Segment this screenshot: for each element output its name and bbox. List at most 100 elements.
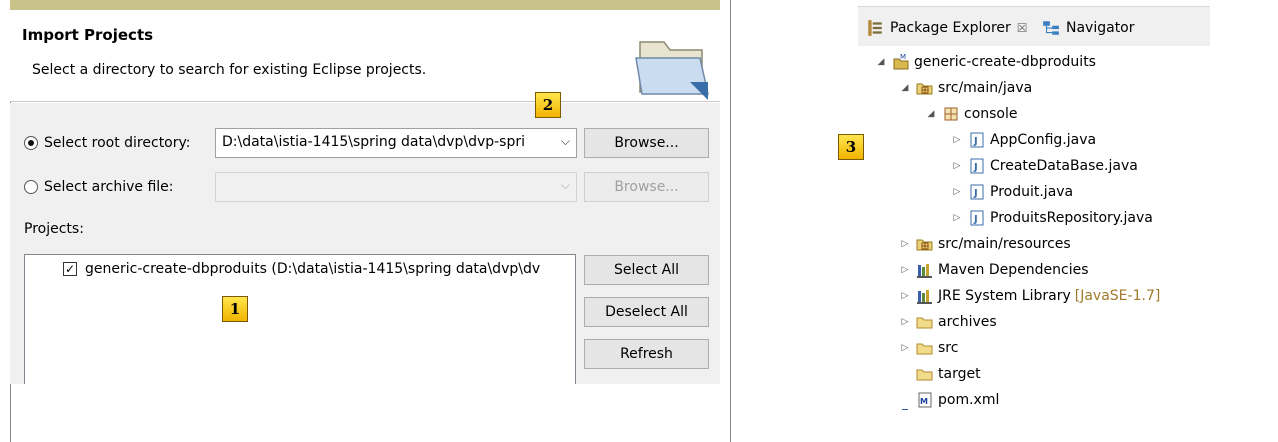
browse-root-button[interactable]: Browse... xyxy=(584,128,709,158)
console-package-label: console xyxy=(964,106,1018,122)
package-icon xyxy=(944,107,958,121)
close-icon[interactable]: ☒ xyxy=(1017,21,1028,35)
jre-version-decoration: [JavaSE-1.7] xyxy=(1074,288,1161,304)
root-directory-radio[interactable]: Select root directory: xyxy=(24,135,191,151)
frame-divider xyxy=(730,0,731,442)
root-directory-combo[interactable]: D:\data\istia-1415\spring data\dvp\dvp-s… xyxy=(215,128,577,158)
tree-dash-decoration xyxy=(902,409,908,410)
pom-file-icon: M xyxy=(918,392,932,408)
source-folder-icon xyxy=(916,239,933,251)
maven-project-icon: M xyxy=(893,53,909,70)
select-all-button[interactable]: Select All xyxy=(584,255,709,285)
folder-icon xyxy=(916,343,933,355)
java-file-label: Produit.java xyxy=(990,184,1074,200)
dialog-top-accent xyxy=(10,0,720,10)
tree-item-jre-library[interactable]: ▷ JRE System Library [JavaSE-1.7] xyxy=(898,284,1160,308)
collapsed-arrow-icon[interactable]: ▷ xyxy=(898,343,912,353)
collapsed-arrow-icon[interactable]: ▷ xyxy=(950,135,964,145)
browse-archive-button[interactable]: Browse... xyxy=(584,172,709,202)
src-main-java-label: src/main/java xyxy=(938,80,1033,96)
chevron-down-icon: ⌵ xyxy=(560,178,570,192)
java-file-icon: J xyxy=(970,210,984,226)
tree-item-src[interactable]: ▷ src xyxy=(898,336,959,360)
collapsed-arrow-icon[interactable]: ▷ xyxy=(898,239,912,249)
tree-item-src-main-resources[interactable]: ▷ src/main/resources xyxy=(898,232,1071,256)
svg-text:M: M xyxy=(920,397,928,406)
package-explorer-icon xyxy=(868,20,882,36)
library-icon xyxy=(917,264,932,278)
archive-file-combo[interactable]: ⌵ xyxy=(215,172,577,202)
tab-package-explorer[interactable]: Package Explorer ☒ xyxy=(866,19,1028,37)
dialog-title: Import Projects xyxy=(22,26,154,44)
refresh-button[interactable]: Refresh xyxy=(584,339,709,369)
archive-file-radio[interactable]: Select archive file: xyxy=(24,179,174,195)
tree-item-java-file[interactable]: ▷ J AppConfig.java xyxy=(950,128,1097,152)
projects-list[interactable]: ✓ generic-create-dbproduits (D:\data\ist… xyxy=(24,254,576,384)
project-list-item[interactable]: ✓ generic-create-dbproduits (D:\data\ist… xyxy=(63,261,568,277)
archive-file-label: Select archive file: xyxy=(44,179,174,195)
svg-text:J: J xyxy=(973,136,978,147)
tree-item-archives[interactable]: ▷ archives xyxy=(898,310,997,334)
svg-text:M: M xyxy=(900,53,906,61)
folder-open-icon xyxy=(635,41,709,100)
tab-navigator[interactable]: Navigator xyxy=(1042,19,1135,37)
radio-unchecked-icon xyxy=(24,180,38,194)
target-label: target xyxy=(938,366,981,382)
src-main-resources-label: src/main/resources xyxy=(938,236,1071,252)
tree-item-pom[interactable]: M pom.xml xyxy=(898,388,999,412)
java-file-icon: J xyxy=(970,132,984,148)
tree-item-src-main-java[interactable]: ◢ src/main/java xyxy=(898,76,1033,100)
dialog-description: Select a directory to search for existin… xyxy=(32,62,427,78)
deselect-all-button[interactable]: Deselect All xyxy=(584,297,709,327)
checkbox-checked-icon[interactable]: ✓ xyxy=(63,262,77,276)
java-file-label: CreateDataBase.java xyxy=(990,158,1138,174)
root-directory-label: Select root directory: xyxy=(44,135,191,151)
pom-label: pom.xml xyxy=(938,392,1000,408)
svg-text:J: J xyxy=(973,162,978,173)
collapsed-arrow-icon[interactable]: ▷ xyxy=(950,187,964,197)
tree-item-target[interactable]: target xyxy=(898,362,981,386)
archives-label: archives xyxy=(938,314,997,330)
svg-text:J: J xyxy=(973,188,978,199)
view-tab-bar: Package Explorer ☒ Navigator xyxy=(858,6,1210,46)
tree-item-java-file[interactable]: ▷ J Produit.java xyxy=(950,180,1074,204)
tree-item-console-package[interactable]: ◢ console xyxy=(924,102,1018,126)
import-projects-dialog: Import Projects Select a directory to se… xyxy=(10,0,720,384)
jre-library-label: JRE System Library xyxy=(938,288,1071,304)
tree-item-project[interactable]: ◢ M generic-create-dbproduits xyxy=(874,50,1096,74)
src-label: src xyxy=(938,340,959,356)
library-icon xyxy=(917,290,932,304)
java-file-label: AppConfig.java xyxy=(990,132,1097,148)
dialog-header: Import Projects Select a directory to se… xyxy=(10,10,720,102)
project-label: generic-create-dbproduits xyxy=(914,54,1096,70)
svg-text:J: J xyxy=(973,214,978,225)
chevron-down-icon: ⌵ xyxy=(560,134,570,148)
callout-badge-1: 1 xyxy=(222,296,248,322)
dialog-body: Select root directory: D:\data\istia-141… xyxy=(10,103,720,384)
project-item-label: generic-create-dbproduits (D:\data\istia… xyxy=(85,261,541,277)
source-folder-icon xyxy=(916,83,933,95)
radio-checked-icon xyxy=(24,136,38,150)
expanded-arrow-icon[interactable]: ◢ xyxy=(898,83,912,93)
collapsed-arrow-icon[interactable]: ▷ xyxy=(898,291,912,301)
java-file-label: ProduitsRepository.java xyxy=(990,210,1153,226)
tab-navigator-label: Navigator xyxy=(1066,20,1135,36)
tab-package-explorer-label: Package Explorer xyxy=(890,20,1011,36)
collapsed-arrow-icon[interactable]: ▷ xyxy=(898,265,912,275)
root-directory-value: D:\data\istia-1415\spring data\dvp\dvp-s… xyxy=(222,134,526,150)
collapsed-arrow-icon[interactable]: ▷ xyxy=(950,213,964,223)
folder-icon xyxy=(916,369,933,381)
expanded-arrow-icon[interactable]: ◢ xyxy=(924,109,938,119)
projects-label: Projects: xyxy=(24,221,84,237)
package-explorer-view: Package Explorer ☒ Navigator ◢ M generic… xyxy=(858,6,1210,410)
tree-item-java-file[interactable]: ▷ J ProduitsRepository.java xyxy=(950,206,1153,230)
tree-item-java-file[interactable]: ▷ J CreateDataBase.java xyxy=(950,154,1138,178)
collapsed-arrow-icon[interactable]: ▷ xyxy=(898,317,912,327)
expanded-arrow-icon[interactable]: ◢ xyxy=(874,57,888,67)
navigator-icon xyxy=(1043,21,1059,35)
tree-item-maven-dependencies[interactable]: ▷ Maven Dependencies xyxy=(898,258,1089,282)
collapsed-arrow-icon[interactable]: ▷ xyxy=(950,161,964,171)
folder-icon xyxy=(916,317,933,329)
callout-badge-2: 2 xyxy=(535,92,561,118)
java-file-icon: J xyxy=(970,158,984,174)
